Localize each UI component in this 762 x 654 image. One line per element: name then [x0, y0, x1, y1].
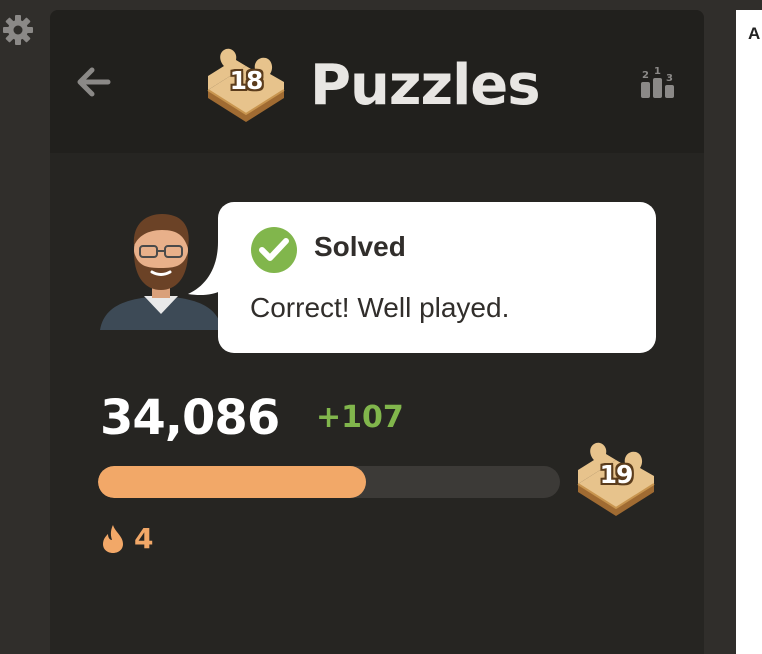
next-level-number: 19 [599, 460, 634, 489]
panel-header: 18 Puzzles 2 1 3 [50, 10, 704, 153]
streak: 4 [100, 522, 153, 555]
page: 18 Puzzles 2 1 3 Solved Correct! Well pl… [0, 0, 762, 654]
check-circle-icon [251, 227, 297, 273]
side-panel: A [736, 10, 762, 654]
rating-change: +107 [316, 400, 404, 435]
flame-icon [103, 524, 123, 553]
gear-icon[interactable] [2, 14, 34, 46]
rating-value: 34,086 [100, 390, 280, 446]
page-title: Puzzles [310, 52, 541, 118]
feedback-status: Solved [314, 231, 406, 262]
feedback-message: Correct! Well played. [250, 292, 510, 323]
podium-digit-2: 2 [642, 70, 649, 81]
progress-fill [98, 466, 366, 498]
streak-count: 4 [134, 522, 154, 555]
side-panel-letter: A [748, 24, 761, 43]
level-badge: 18 [202, 44, 290, 126]
leaderboard-icon[interactable]: 2 1 3 [638, 62, 678, 102]
progress-bar [98, 466, 560, 498]
next-level-badge: 19 [572, 438, 660, 520]
podium-digit-1: 1 [654, 66, 661, 77]
title-group: 18 Puzzles [202, 40, 541, 130]
back-arrow-icon[interactable] [74, 62, 114, 102]
puzzle-panel: 18 Puzzles 2 1 3 Solved Correct! Well pl… [50, 10, 704, 654]
level-badge-number: 18 [229, 66, 264, 95]
podium-digit-3: 3 [666, 73, 673, 84]
feedback-bubble: Solved Correct! Well played. [218, 202, 656, 353]
